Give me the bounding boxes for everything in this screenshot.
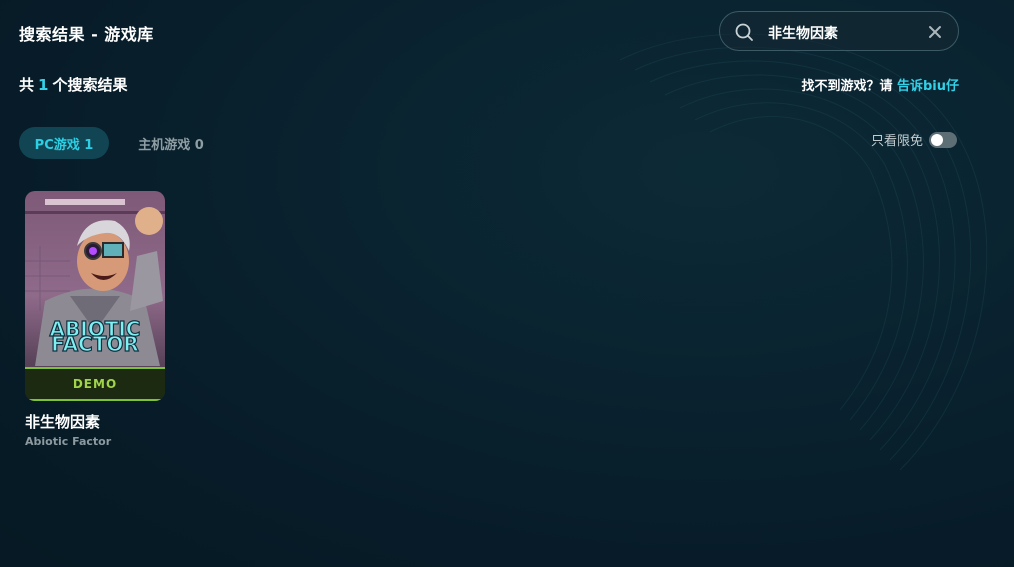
game-card[interactable]: ABIOTIC FACTOR DEMO 非生物因素 Abiotic Factor bbox=[25, 191, 165, 448]
limited-free-filter[interactable]: 只看限免 bbox=[871, 130, 958, 149]
tab-console-games[interactable]: 主机游戏 0 bbox=[125, 127, 217, 159]
demo-badge: DEMO bbox=[25, 367, 165, 401]
feedback-prompt: 找不到游戏？请 告诉biu仔 bbox=[801, 75, 959, 94]
limited-free-label: 只看限免 bbox=[871, 134, 924, 149]
result-count-suffix: 个搜索结果 bbox=[52, 76, 128, 94]
search-icon bbox=[735, 23, 753, 41]
result-count-number: 1 bbox=[38, 76, 49, 94]
search-box[interactable]: 非生物因素 bbox=[719, 11, 959, 51]
limited-free-toggle[interactable] bbox=[929, 131, 958, 148]
close-icon[interactable] bbox=[926, 23, 944, 41]
game-subtitle: Abiotic Factor bbox=[25, 435, 112, 448]
page-title: 搜索结果 - 游戏库 bbox=[19, 25, 154, 44]
search-input[interactable]: 非生物因素 bbox=[768, 23, 838, 43]
cover-logo-line2: FACTOR bbox=[51, 332, 139, 356]
feedback-link[interactable]: 告诉biu仔 bbox=[897, 79, 959, 94]
game-cover[interactable]: ABIOTIC FACTOR DEMO bbox=[25, 191, 165, 401]
toggle-knob bbox=[931, 133, 944, 146]
result-count: 共 1 个搜索结果 bbox=[19, 74, 127, 95]
game-title[interactable]: 非生物因素 bbox=[25, 411, 165, 432]
feedback-text: 找不到游戏？请 bbox=[801, 79, 897, 94]
tab-pc-games[interactable]: PC游戏 1 bbox=[19, 127, 109, 159]
result-count-prefix: 共 bbox=[19, 76, 35, 94]
